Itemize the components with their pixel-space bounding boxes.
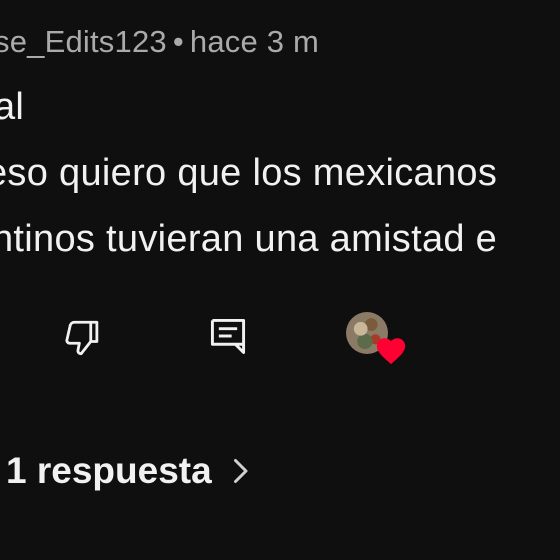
comment-actions <box>0 310 560 370</box>
thumbs-down-icon <box>65 320 99 356</box>
replies-count-label: 1 respuesta <box>6 450 212 491</box>
view-replies-button[interactable]: 1 respuesta <box>6 450 250 492</box>
comment-text-line: ntinos tuvieran una amistad e <box>0 218 498 260</box>
comment-author[interactable]: se_Edits123 <box>0 24 167 59</box>
reply-button[interactable] <box>204 312 252 360</box>
meta-separator: • <box>172 24 184 59</box>
comment-text-line: eso quiero que los mexicanos <box>0 152 498 194</box>
comment-time: hace 3 m <box>189 24 320 59</box>
comment-meta: se_Edits123 • hace 3 m <box>0 24 319 60</box>
comment-thread: se_Edits123 • hace 3 m al eso quiero que l… <box>0 0 560 560</box>
creator-heart-badge[interactable] <box>344 310 408 368</box>
dislike-button[interactable] <box>58 314 106 362</box>
comment-text-line: al <box>0 86 25 128</box>
comment-reply-icon <box>210 318 246 354</box>
chevron-right-icon <box>233 459 248 483</box>
heart-icon <box>376 338 406 365</box>
